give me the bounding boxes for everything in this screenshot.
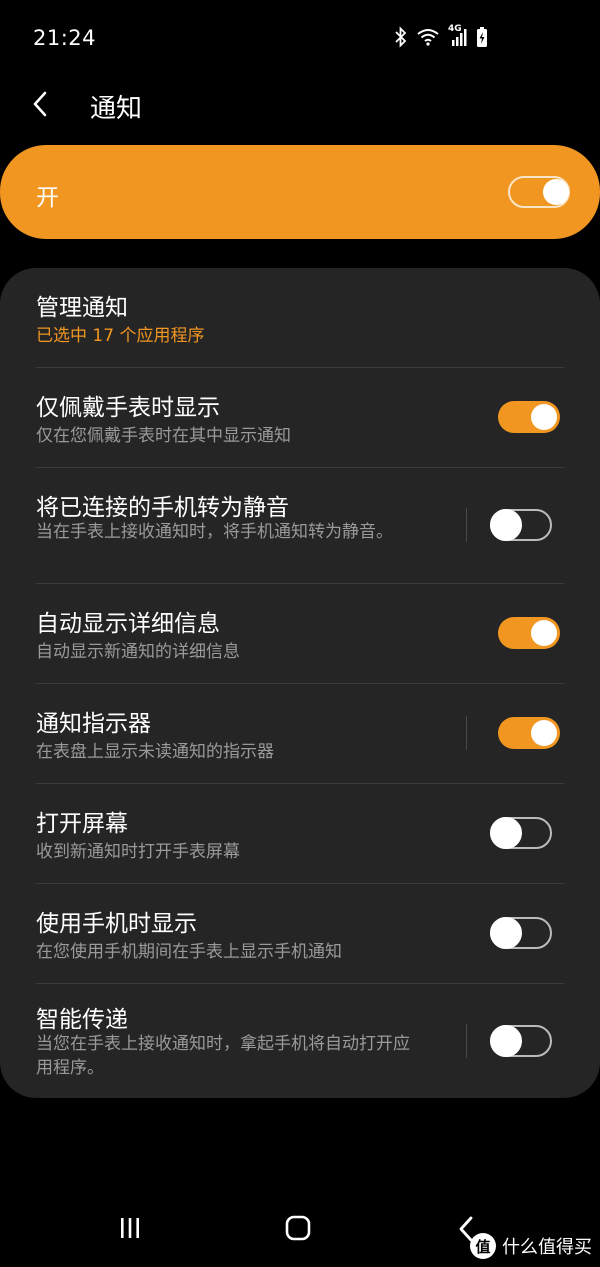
toggle-mute-phone[interactable] xyxy=(490,509,552,541)
master-switch[interactable] xyxy=(508,176,570,208)
app-header: 通知 xyxy=(0,76,600,140)
toggle-show-while-using-phone[interactable] xyxy=(490,917,552,949)
switch-knob xyxy=(490,1025,522,1057)
setting-row-turn-on-screen[interactable]: 打开屏幕 收到新通知时打开手表屏幕 xyxy=(0,784,600,884)
setting-title: 打开屏幕 xyxy=(36,811,128,837)
status-time: 21:24 xyxy=(33,26,97,50)
setting-title: 智能传递 xyxy=(36,1007,128,1033)
toggle-auto-show-details[interactable] xyxy=(498,617,560,649)
setting-row-auto-show-details[interactable]: 自动显示详细信息 自动显示新通知的详细信息 xyxy=(0,584,600,684)
switch-knob xyxy=(490,917,522,949)
master-toggle-bar[interactable]: 开 xyxy=(0,145,600,239)
setting-title: 使用手机时显示 xyxy=(36,911,197,937)
status-bar: 21:24 4G xyxy=(0,0,600,76)
battery-charging-icon xyxy=(476,26,488,48)
toggle-smart-relay[interactable] xyxy=(490,1025,552,1057)
home-icon xyxy=(284,1215,312,1245)
setting-row-smart-relay[interactable]: 智能传递 当您在手表上接收通知时，拿起手机将自动打开应用程序。 xyxy=(0,984,600,1098)
toggle-turn-on-screen[interactable] xyxy=(490,817,552,849)
switch-knob xyxy=(543,179,569,205)
setting-subtitle: 仅在您佩戴手表时在其中显示通知 xyxy=(36,426,291,446)
switch-knob xyxy=(531,620,557,646)
setting-title: 仅佩戴手表时显示 xyxy=(36,395,220,421)
setting-row-show-while-using-phone[interactable]: 使用手机时显示 在您使用手机期间在手表上显示手机通知 xyxy=(0,884,600,984)
setting-row-mute-phone[interactable]: 将已连接的手机转为静音 当在手表上接收通知时，将手机通知转为静音。 xyxy=(0,468,600,584)
vertical-separator xyxy=(466,716,467,750)
watermark-text: 什么值得买 xyxy=(502,1237,592,1258)
settings-card: 管理通知 已选中 17 个应用程序 仅佩戴手表时显示 仅在您佩戴手表时在其中显示… xyxy=(0,268,600,1098)
setting-title: 通知指示器 xyxy=(36,711,151,737)
toggle-show-only-when-wearing[interactable] xyxy=(498,401,560,433)
bluetooth-icon xyxy=(394,26,408,48)
vertical-separator xyxy=(466,508,467,542)
switch-knob xyxy=(490,509,522,541)
switch-knob xyxy=(490,817,522,849)
setting-title: 将已连接的手机转为静音 xyxy=(36,495,289,521)
back-button[interactable] xyxy=(26,88,54,124)
toggle-notification-indicator[interactable] xyxy=(498,717,560,749)
vertical-separator xyxy=(466,1024,467,1058)
setting-subtitle: 自动显示新通知的详细信息 xyxy=(36,642,240,662)
setting-row-show-only-when-wearing[interactable]: 仅佩戴手表时显示 仅在您佩戴手表时在其中显示通知 xyxy=(0,368,600,468)
manage-notifications-row[interactable]: 管理通知 已选中 17 个应用程序 xyxy=(0,268,600,368)
home-button[interactable] xyxy=(284,1215,312,1245)
setting-subtitle: 在您使用手机期间在手表上显示手机通知 xyxy=(36,942,342,962)
setting-title: 自动显示详细信息 xyxy=(36,611,220,637)
setting-subtitle: 当您在手表上接收通知时，拿起手机将自动打开应用程序。 xyxy=(36,1034,410,1078)
recents-button[interactable] xyxy=(116,1215,144,1245)
watermark: 值 什么值得买 xyxy=(470,1233,592,1259)
manage-notifications-title: 管理通知 xyxy=(36,295,128,321)
setting-row-notification-indicator[interactable]: 通知指示器 在表盘上显示未读通知的指示器 xyxy=(0,684,600,784)
chevron-left-icon xyxy=(32,91,48,121)
setting-subtitle: 在表盘上显示未读通知的指示器 xyxy=(36,742,274,762)
switch-knob xyxy=(531,720,557,746)
master-toggle-label: 开 xyxy=(36,185,59,211)
switch-knob xyxy=(531,404,557,430)
setting-subtitle: 收到新通知时打开手表屏幕 xyxy=(36,842,240,862)
network-type-label: 4G xyxy=(448,24,462,34)
setting-subtitle: 当在手表上接收通知时，将手机通知转为静音。 xyxy=(36,522,393,542)
cellular-signal-icon: 4G xyxy=(448,24,468,47)
watermark-logo: 值 xyxy=(470,1233,496,1259)
selected-apps-count: 已选中 17 个应用程序 xyxy=(36,326,205,346)
status-icons: 4G xyxy=(394,24,488,48)
wifi-icon xyxy=(416,27,440,47)
recents-icon xyxy=(116,1215,144,1245)
system-navigation-bar: 值 什么值得买 xyxy=(0,1195,600,1267)
page-title: 通知 xyxy=(90,94,143,124)
